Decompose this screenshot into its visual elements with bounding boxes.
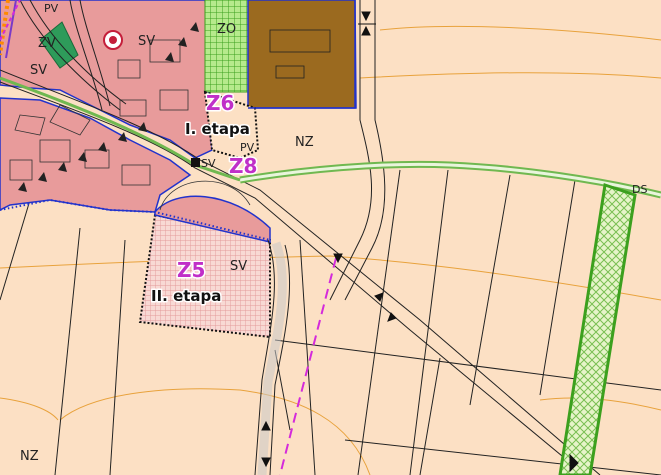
label-zv: ZV	[38, 36, 56, 51]
label-sv-top: SV	[138, 34, 155, 49]
label-nz-bottom: NZ	[20, 449, 39, 464]
label-z6-code: Z6	[206, 91, 234, 115]
label-ds: DS	[632, 183, 647, 196]
label-z8-code: Z8	[229, 154, 257, 178]
label-pv-top: PV	[44, 2, 59, 15]
label-z6-etapa: I. etapa	[185, 120, 250, 138]
label-sv-z5: SV	[230, 259, 247, 274]
label-sv-left: SV	[30, 63, 47, 78]
circle-dot-icon[interactable]	[103, 30, 123, 50]
square-marker-icon[interactable]	[191, 158, 200, 167]
label-pv-mid: PV	[240, 141, 255, 154]
zo-green-area	[204, 0, 249, 93]
label-zo: ZO	[217, 22, 236, 37]
label-z5-code: Z5	[177, 258, 205, 282]
brown-area	[247, 0, 356, 109]
land-use-map[interactable]: PV SV ZV SV ZO Z6 I. etapa NZ PV Z8 SV D…	[0, 0, 661, 475]
label-z5-etapa: II. etapa	[151, 287, 221, 305]
label-sv-mid: SV	[201, 157, 216, 170]
label-nz-center: NZ	[295, 135, 314, 150]
